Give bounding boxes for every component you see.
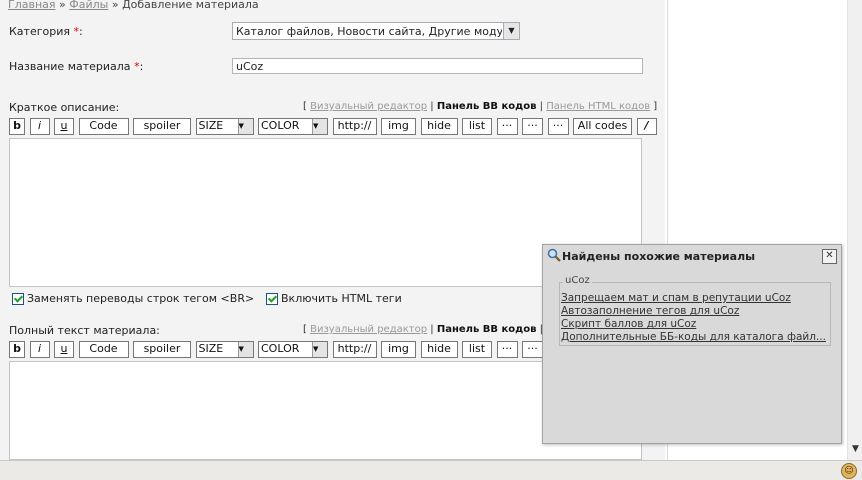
list-item[interactable]: Автозаполнение тегов для uCoz [561, 305, 826, 318]
size-select[interactable]: SIZE ▼ [195, 118, 254, 135]
magnifier-icon [547, 248, 561, 262]
img-button[interactable]: img [381, 118, 416, 135]
breadcrumb: Главная » Файлы » Добавление материала [8, 0, 259, 11]
chevron-down-icon: ▼ [312, 119, 327, 134]
img-button[interactable]: img [381, 341, 416, 358]
chevron-down-icon: ▼ [312, 342, 327, 357]
size-select[interactable]: SIZE ▼ [195, 341, 254, 358]
label-colon: : [139, 60, 144, 73]
browser-status-bar: ☺ [0, 460, 862, 480]
replace-br-label: Заменять переводы строк тегом <BR> [27, 292, 255, 305]
more-button-1[interactable]: ··· [496, 341, 518, 358]
title-label-text: Название материала [9, 60, 131, 73]
hide-button[interactable]: hide [420, 341, 458, 358]
scroll-down-icon[interactable]: ▼ [850, 444, 861, 455]
enable-html-checkbox[interactable] [266, 293, 278, 305]
html-codes-panel-link[interactable]: Панель HTML кодов [546, 101, 650, 112]
list-button[interactable]: list [462, 118, 492, 135]
visual-editor-link[interactable]: Визуальный редактор [310, 101, 427, 112]
separator: | [430, 324, 434, 335]
italic-button[interactable]: i [29, 341, 50, 358]
bold-button[interactable]: b [9, 118, 25, 135]
separator: | [430, 101, 434, 112]
underline-button[interactable]: u [54, 118, 74, 135]
category-select[interactable]: Каталог файлов, Новости сайта, Другие мо… [232, 22, 520, 40]
separator: | [539, 101, 544, 112]
enable-html-option[interactable]: Включить HTML теги [266, 292, 402, 305]
vertical-scrollbar[interactable]: ▼ [847, 0, 862, 460]
color-select-label: COLOR [261, 342, 300, 355]
color-select[interactable]: COLOR ▼ [258, 341, 328, 358]
breadcrumb-home-link[interactable]: Главная [8, 0, 56, 11]
list-button[interactable]: list [462, 341, 492, 358]
full-text-label: Полный текст материала: [9, 324, 160, 337]
more-button-2[interactable]: ··· [522, 341, 543, 358]
similar-materials-popup: Найдены похожие материалы ✕ uCoz Запреща… [542, 244, 842, 444]
underline-button[interactable]: u [54, 341, 74, 358]
popup-title: Найдены похожие материалы [562, 250, 756, 263]
label-colon: : [78, 25, 83, 38]
more-button-3[interactable]: ··· [547, 118, 569, 135]
color-select[interactable]: COLOR ▼ [258, 118, 328, 135]
code-button[interactable]: Code [78, 341, 129, 358]
bb-toolbar: b i u Code spoiler SIZE ▼ COLOR ▼ http:// … [9, 341, 633, 358]
popup-group-legend: uCoz [563, 275, 592, 286]
editor-mode-switch: [ Визуальный редактор | Панель BB кодов … [303, 101, 657, 112]
similar-materials-list: Запрещаем мат и спам в репутации uCoz Ав… [561, 292, 826, 344]
bracket: [ [303, 101, 307, 112]
bracket: ] [653, 101, 658, 112]
url-button[interactable]: http:// [332, 341, 377, 358]
list-item[interactable]: Скрипт баллов для uCoz [561, 318, 826, 331]
replace-br-option[interactable]: Заменять переводы строк тегом <BR> [12, 292, 254, 305]
close-tags-button[interactable]: / [636, 118, 657, 135]
breadcrumb-current: Добавление материала [122, 0, 259, 11]
bb-codes-panel-link[interactable]: Панель BB кодов [437, 101, 537, 112]
list-item[interactable]: Дополнительные ББ-коды для каталога файл… [561, 331, 826, 344]
chevron-down-icon[interactable]: ▼ [503, 23, 519, 39]
smiley-icon[interactable]: ☺ [841, 463, 857, 479]
category-label-text: Категория [9, 25, 70, 38]
spoiler-button[interactable]: spoiler [133, 341, 191, 358]
category-label: Категория *: [9, 25, 83, 38]
size-select-label: SIZE [198, 119, 224, 132]
code-button[interactable]: Code [78, 118, 129, 135]
short-description-label: Краткое описание: [9, 101, 120, 114]
italic-button[interactable]: i [29, 118, 50, 135]
hide-button[interactable]: hide [420, 118, 458, 135]
category-select-value: Каталог файлов, Новости сайта, Другие мо… [236, 25, 502, 38]
chevron-down-icon: ▼ [237, 342, 253, 357]
bracket: [ [303, 324, 307, 335]
breadcrumb-separator: » [59, 0, 66, 11]
visual-editor-link[interactable]: Визуальный редактор [310, 324, 427, 335]
close-icon[interactable]: ✕ [822, 249, 837, 264]
bb-codes-panel-link[interactable]: Панель BB кодов [437, 324, 537, 335]
more-button-1[interactable]: ··· [496, 118, 518, 135]
breadcrumb-files-link[interactable]: Файлы [69, 0, 108, 11]
color-select-label: COLOR [261, 119, 300, 132]
list-item[interactable]: Запрещаем мат и спам в репутации uCoz [561, 292, 826, 305]
replace-br-checkbox[interactable] [12, 293, 24, 305]
url-button[interactable]: http:// [332, 118, 377, 135]
chevron-down-icon: ▼ [237, 119, 253, 134]
breadcrumb-separator: » [111, 0, 119, 11]
bb-toolbar: b i u Code spoiler SIZE ▼ COLOR ▼ http:// … [9, 118, 658, 135]
spoiler-button[interactable]: spoiler [133, 118, 191, 135]
bold-button[interactable]: b [9, 341, 25, 358]
more-button-2[interactable]: ··· [522, 118, 543, 135]
size-select-label: SIZE [198, 342, 224, 355]
all-codes-button[interactable]: All codes [573, 118, 632, 135]
title-label: Название материала *: [9, 60, 143, 73]
title-input[interactable]: uCoz [232, 58, 643, 74]
enable-html-label: Включить HTML теги [281, 292, 402, 305]
